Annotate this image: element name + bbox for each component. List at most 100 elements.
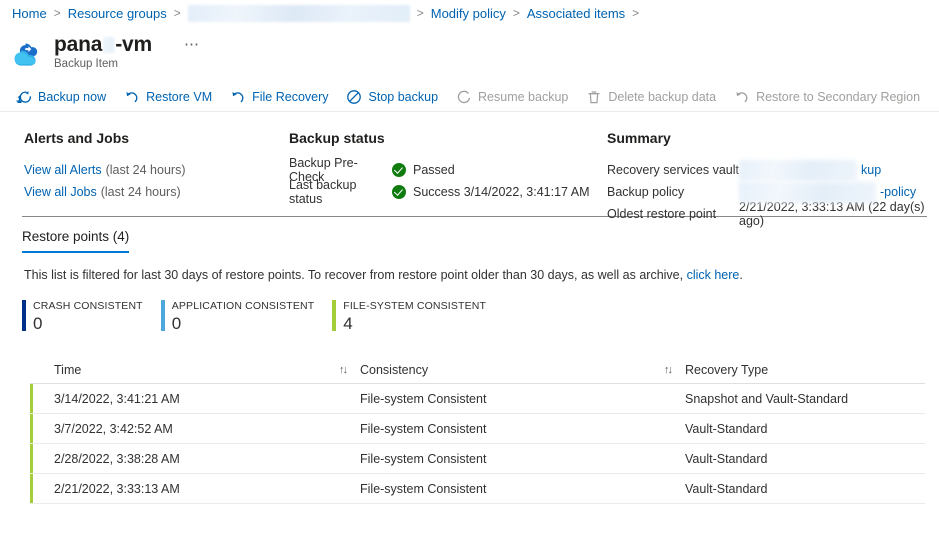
row-consistency-bar: [30, 474, 33, 503]
stop-backup-button[interactable]: Stop backup: [345, 83, 448, 111]
view-all-alerts-note: (last 24 hours): [106, 163, 186, 177]
restore-icon: [733, 89, 750, 105]
backup-policy-link[interactable]: -policy: [880, 185, 916, 199]
success-check-icon: [392, 163, 406, 177]
sort-consistency-icon[interactable]: ↑↓: [664, 364, 671, 376]
refresh-icon: [455, 89, 472, 105]
backup-status-panel: Backup status Backup Pre-Check Passed La…: [289, 130, 607, 208]
page-title-suffix: -vm: [115, 32, 152, 57]
cell-consistency: File-system Consistent: [360, 482, 685, 496]
block-icon: [346, 89, 363, 105]
table-row[interactable]: 2/21/2022, 3:33:13 AM File-system Consis…: [30, 474, 925, 504]
application-consistent-value: 0: [172, 314, 315, 333]
column-header-consistency-label: Consistency: [360, 363, 664, 377]
file-system-consistent-bar: [332, 300, 336, 331]
cell-time: 2/28/2022, 3:38:28 AM: [30, 452, 360, 466]
tile-crash-consistent: CRASH CONSISTENT 0: [22, 300, 143, 333]
column-header-consistency[interactable]: Consistency ↑↓: [360, 363, 685, 377]
view-all-jobs-note: (last 24 hours): [101, 185, 181, 199]
success-check-icon: [392, 185, 406, 199]
table-row[interactable]: 2/28/2022, 3:38:28 AM File-system Consis…: [30, 444, 925, 474]
filter-note: This list is filtered for last 30 days o…: [0, 253, 939, 282]
recovery-services-vault-link[interactable]: kup: [861, 163, 881, 177]
tab-restore-points[interactable]: Restore points (4): [22, 229, 129, 253]
crash-consistent-label: CRASH CONSISTENT: [33, 300, 143, 313]
page-subtitle: Backup Item: [54, 58, 204, 70]
cell-time: 3/7/2022, 3:42:52 AM: [30, 422, 360, 436]
table-row[interactable]: 3/14/2022, 3:41:21 AM File-system Consis…: [30, 384, 925, 414]
table-body: 3/14/2022, 3:41:21 AM File-system Consis…: [30, 384, 925, 504]
file-recovery-button[interactable]: File Recovery: [228, 83, 337, 111]
recovery-services-vault-row: Recovery services vault kup: [607, 159, 937, 181]
command-bar: Backup now Restore VM File Recovery Stop: [0, 82, 939, 112]
breadcrumb-item-resource-groups[interactable]: Resource groups: [68, 6, 167, 21]
redacted-overlay: [739, 182, 876, 203]
breadcrumb-item-redacted[interactable]: [188, 5, 410, 22]
cell-recovery-type: Vault-Standard: [685, 482, 925, 496]
backup-now-button[interactable]: Backup now: [14, 83, 115, 111]
view-all-alerts-row: View all Alerts (last 24 hours): [24, 159, 289, 181]
breadcrumb-item-associated-items[interactable]: Associated items: [527, 6, 625, 21]
backup-policy-value[interactable]: -policy: [739, 185, 937, 199]
summary-panel: Summary Recovery services vault kup Back…: [607, 130, 937, 208]
breadcrumb-separator: >: [54, 6, 61, 20]
trash-icon: [585, 89, 602, 105]
overview-panels: Alerts and Jobs View all Alerts (last 24…: [0, 112, 939, 208]
backup-policy-label: Backup policy: [607, 185, 739, 199]
table-header-row: Time ↑↓ Consistency ↑↓ Recovery Type: [30, 357, 925, 384]
last-backup-status-label: Last backup status: [289, 178, 392, 206]
page-title-prefix: pana: [54, 32, 102, 57]
delete-backup-data-button: Delete backup data: [584, 83, 725, 111]
restore-icon: [123, 89, 140, 105]
stop-backup-label: Stop backup: [369, 90, 439, 104]
view-all-alerts-link[interactable]: View all Alerts: [24, 163, 102, 177]
page-header: pana -vm ⋯ Backup Item: [0, 26, 939, 78]
redacted-overlay: [739, 160, 857, 181]
breadcrumb-separator: >: [513, 6, 520, 20]
last-backup-status-value: Success 3/14/2022, 3:41:17 AM: [413, 185, 590, 199]
oldest-restore-point-row: Oldest restore point 2/21/2022, 3:33:13 …: [607, 203, 937, 225]
cell-recovery-type: Snapshot and Vault-Standard: [685, 392, 925, 406]
application-consistent-bar: [161, 300, 165, 331]
breadcrumb-item-modify-policy[interactable]: Modify policy: [431, 6, 506, 21]
restore-vm-label: Restore VM: [146, 90, 212, 104]
crash-consistent-value: 0: [33, 314, 143, 333]
backup-pre-check-value: Passed: [413, 163, 455, 177]
consistency-summary: CRASH CONSISTENT 0 APPLICATION CONSISTEN…: [0, 282, 939, 333]
breadcrumb-item-home[interactable]: Home: [12, 6, 47, 21]
cell-consistency: File-system Consistent: [360, 452, 685, 466]
last-backup-status-row: Last backup status Success 3/14/2022, 3:…: [289, 181, 607, 203]
column-header-time[interactable]: Time ↑↓: [30, 363, 360, 377]
application-consistent-label: APPLICATION CONSISTENT: [172, 300, 315, 313]
resume-backup-button: Resume backup: [454, 83, 577, 111]
delete-backup-data-label: Delete backup data: [608, 90, 716, 104]
restore-icon: [229, 89, 246, 105]
breadcrumb-separator: >: [632, 6, 639, 20]
oldest-restore-point-label: Oldest restore point: [607, 207, 739, 221]
recovery-services-vault-value[interactable]: kup: [739, 163, 937, 177]
breadcrumb: Home > Resource groups > > Modify policy…: [0, 0, 939, 26]
restore-to-secondary-region-label: Restore to Secondary Region: [756, 90, 920, 104]
cell-time: 2/21/2022, 3:33:13 AM: [30, 482, 360, 496]
backup-status-heading: Backup status: [289, 130, 607, 146]
backup-now-icon: [15, 89, 32, 105]
more-options-button[interactable]: ⋯: [180, 36, 204, 54]
click-here-link[interactable]: click here: [687, 268, 740, 282]
restore-vm-button[interactable]: Restore VM: [122, 83, 221, 111]
filter-note-suffix: .: [739, 268, 742, 282]
tile-application-consistent: APPLICATION CONSISTENT 0: [161, 300, 315, 333]
column-header-time-label: Time: [54, 363, 339, 377]
restore-to-secondary-region-button: Restore to Secondary Region: [732, 83, 929, 111]
column-header-recovery-type[interactable]: Recovery Type: [685, 363, 925, 377]
oldest-restore-point-value: 2/21/2022, 3:33:13 AM (22 day(s) ago): [739, 200, 937, 228]
file-system-consistent-value: 4: [343, 314, 486, 333]
column-header-recovery-type-label: Recovery Type: [685, 363, 925, 377]
view-all-jobs-link[interactable]: View all Jobs: [24, 185, 97, 199]
tile-file-system-consistent: FILE-SYSTEM CONSISTENT 4: [332, 300, 486, 333]
sort-time-icon[interactable]: ↑↓: [339, 364, 346, 376]
page-title-redacted: [103, 37, 114, 53]
row-consistency-bar: [30, 414, 33, 443]
breadcrumb-separator: >: [174, 6, 181, 20]
table-row[interactable]: 3/7/2022, 3:42:52 AM File-system Consist…: [30, 414, 925, 444]
azure-backup-item-icon: [12, 35, 46, 69]
